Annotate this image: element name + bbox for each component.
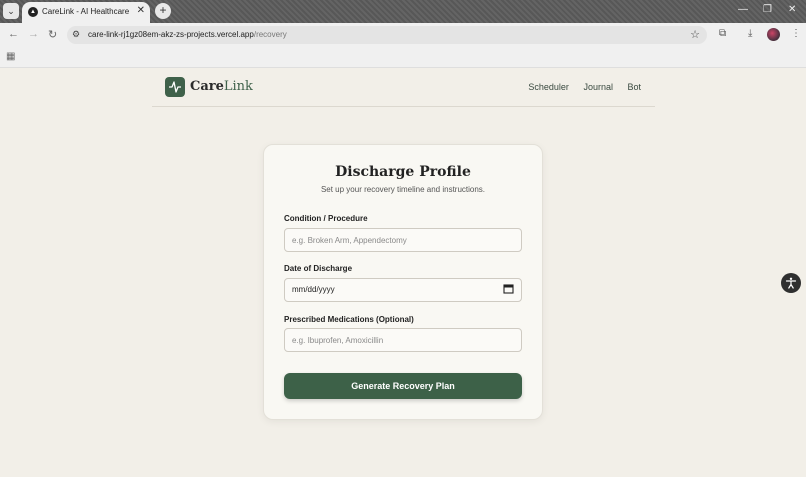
restore-icon[interactable]: ❐	[763, 4, 772, 15]
card-subtitle: Set up your recovery timeline and instru…	[320, 185, 486, 194]
forward-icon[interactable]: →	[28, 28, 39, 40]
close-window-icon[interactable]: ✕	[788, 4, 796, 15]
condition-input[interactable]	[285, 229, 492, 251]
condition-field[interactable]	[284, 228, 522, 252]
accessibility-icon	[785, 277, 797, 289]
avatar[interactable]	[767, 28, 780, 41]
pulse-icon	[169, 81, 181, 93]
address-bar[interactable]: ⚙ care-link-rj1gz08em-akz-zs-projects.ve…	[67, 26, 707, 44]
generate-recovery-plan-button[interactable]: Generate Recovery Plan	[284, 373, 522, 399]
tab-strip: ⌄ ▲ CareLink - AI Healthcare ✕ + — ❐ ✕	[0, 0, 806, 23]
brand-name[interactable]: CareLink	[190, 79, 253, 94]
favicon-icon: ▲	[28, 7, 38, 17]
medications-label: Prescribed Medications (Optional)	[284, 315, 414, 324]
bookmarks-bar: ▦	[0, 47, 806, 68]
download-icon[interactable]: ⤓	[748, 28, 752, 39]
accessibility-button[interactable]	[781, 273, 801, 293]
nav-scheduler[interactable]: Scheduler	[528, 82, 569, 92]
reload-icon[interactable]: ↻	[48, 28, 57, 41]
back-icon[interactable]: ←	[8, 28, 19, 40]
browser-toolbar: ← → ↻ ⚙ care-link-rj1gz08em-akz-zs-proje…	[0, 23, 806, 47]
url-path: /recovery	[253, 30, 287, 39]
close-icon[interactable]: ✕	[137, 5, 145, 16]
tab-title: CareLink - AI Healthcare	[42, 7, 130, 16]
site-info-icon[interactable]: ⚙	[72, 29, 80, 40]
card-title: Discharge Profile	[335, 164, 471, 180]
nav-bot[interactable]: Bot	[627, 82, 641, 92]
brand-part1: Care	[190, 79, 224, 94]
brand-part2: Link	[223, 79, 253, 94]
logo-icon[interactable]	[165, 77, 185, 97]
discharge-profile-card: Discharge Profile Set up your recovery t…	[263, 144, 543, 420]
date-input[interactable]: mm/dd/yyyy	[292, 285, 335, 294]
plus-icon[interactable]: +	[155, 3, 171, 19]
minimize-icon[interactable]: —	[738, 4, 748, 15]
main-nav: Scheduler Journal Bot	[516, 82, 641, 92]
tab-search-icon[interactable]: ⌄	[3, 3, 19, 19]
star-icon[interactable]: ☆	[690, 28, 700, 41]
medications-field[interactable]	[284, 328, 522, 352]
medications-input[interactable]	[285, 329, 492, 351]
extensions-icon[interactable]: ⧉	[719, 28, 726, 39]
page: CareLink Scheduler Journal Bot Discharge…	[0, 68, 806, 477]
browser-tab[interactable]: ▲ CareLink - AI Healthcare ✕	[22, 2, 150, 23]
apps-icon[interactable]: ▦	[6, 51, 15, 62]
date-field[interactable]: mm/dd/yyyy	[284, 278, 522, 302]
condition-label: Condition / Procedure	[284, 214, 368, 223]
url-text[interactable]: care-link-rj1gz08em-akz-zs-projects.verc…	[88, 30, 287, 39]
date-label: Date of Discharge	[284, 264, 353, 273]
site-header: CareLink Scheduler Journal Bot	[152, 68, 655, 107]
menu-icon[interactable]: ⋮	[791, 28, 801, 39]
url-host: care-link-rj1gz08em-akz-zs-projects.verc…	[88, 30, 254, 39]
nav-journal[interactable]: Journal	[583, 82, 613, 92]
calendar-icon[interactable]	[503, 283, 514, 294]
